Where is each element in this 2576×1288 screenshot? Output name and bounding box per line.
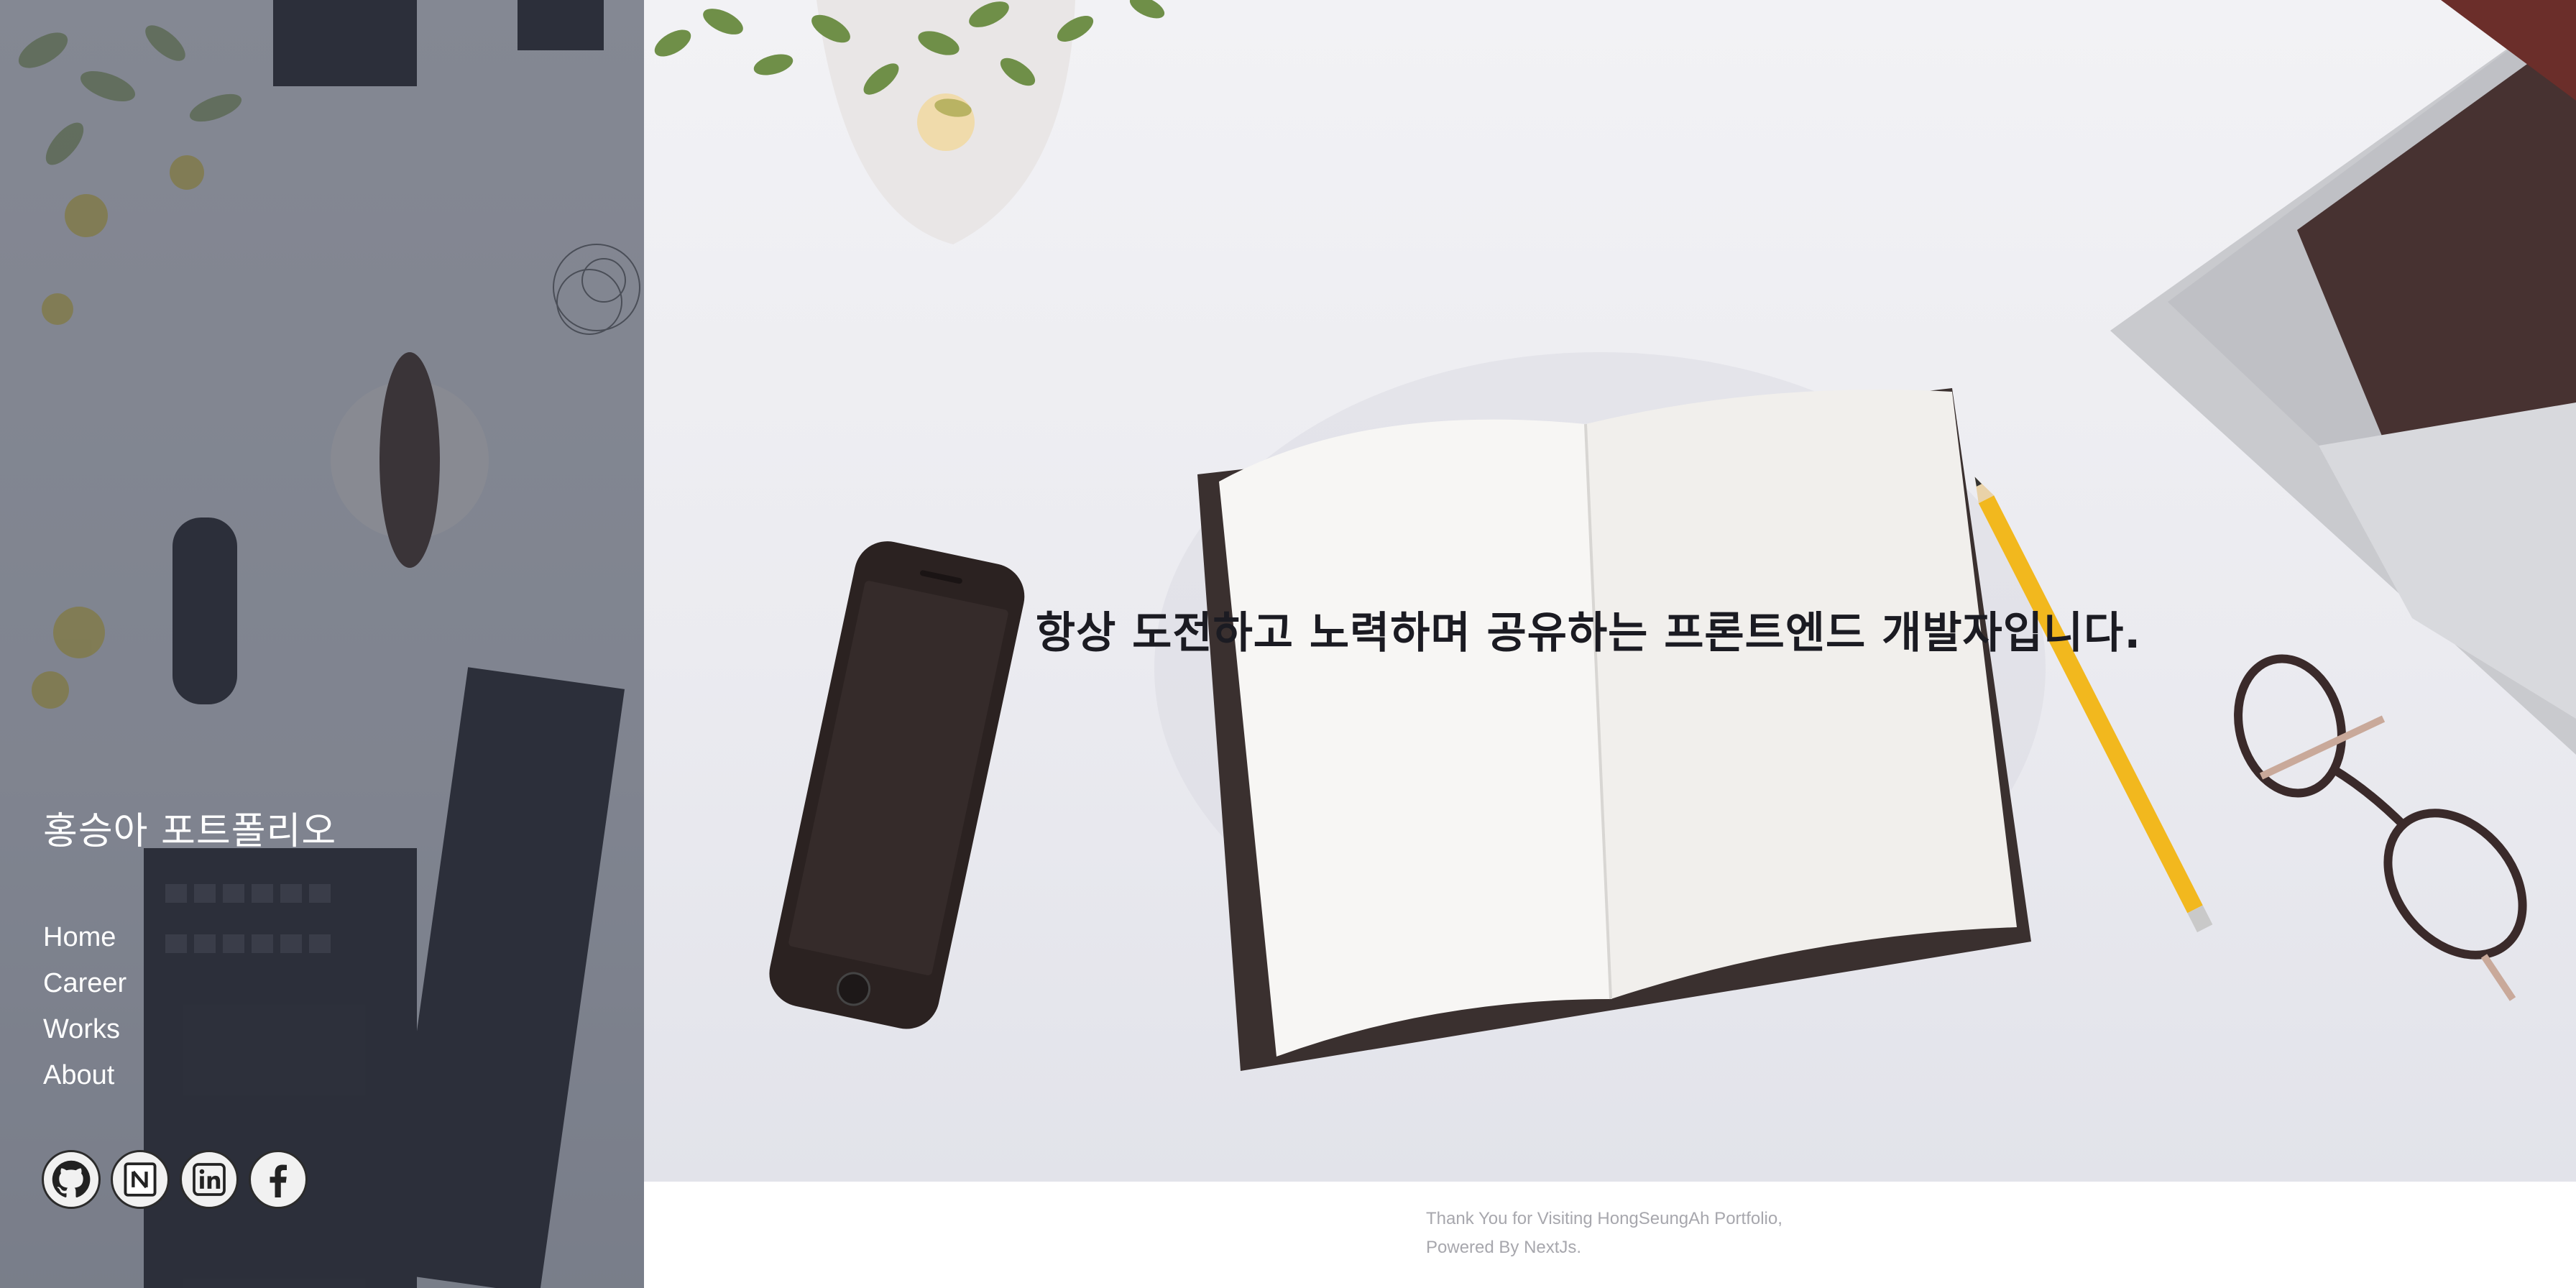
sidebar-content: 홍승아 포트폴리오 Home Career Works About [0,0,644,1288]
social-links [42,1150,308,1209]
site-title[interactable]: 홍승아 포트폴리오 [43,801,336,855]
nav-works-link[interactable]: Works [43,1012,126,1058]
nav-career-link[interactable]: Career [43,966,126,1012]
github-link[interactable] [42,1150,101,1209]
footer-thanks-line: Thank You for Visiting HongSeungAh Portf… [1426,1209,1782,1228]
footer: Thank You for Visiting HongSeungAh Portf… [644,1182,2576,1288]
footer-powered-line: Powered By NextJs. [1426,1238,1582,1257]
hero-background-photo [654,0,2576,1071]
facebook-icon [270,1164,287,1197]
notion-icon [124,1162,157,1197]
notion-link[interactable] [111,1150,170,1209]
main-nav: Home Career Works About [43,920,126,1104]
footer-text: Thank You for Visiting HongSeungAh Portf… [1426,1205,1782,1262]
hero-heading-text: 항상 도전하고 노력하며 공유하는 프론트엔드 개발자입니다. [1035,608,2142,658]
hero-heading: 항상 도전하고 노력하며 공유하는 프론트엔드 개발자입니다. [644,598,2576,661]
sidebar: 홍승아 포트폴리오 Home Career Works About [0,0,644,1288]
nav-home-link[interactable]: Home [43,920,126,966]
facebook-link[interactable] [249,1150,308,1209]
hero-section: 항상 도전하고 노력하며 공유하는 프론트엔드 개발자입니다. [644,0,2576,1182]
linkedin-link[interactable] [180,1150,239,1209]
portfolio-page: 홍승아 포트폴리오 Home Career Works About 항상 도전하… [0,0,2576,1288]
github-icon [52,1160,91,1198]
linkedin-icon [193,1163,226,1196]
nav-about-link[interactable]: About [43,1058,126,1104]
